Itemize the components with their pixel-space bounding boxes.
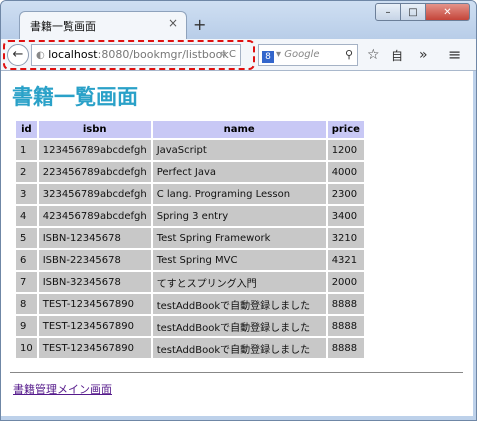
- cell-isbn: 123456789abcdefgh: [38, 140, 151, 160]
- cell-isbn: TEST-1234567890: [38, 316, 151, 336]
- cell-isbn: TEST-1234567890: [38, 294, 151, 314]
- table-row: 10 TEST-1234567890 testAddBookで自動登録しました 888…: [16, 338, 364, 358]
- search-engine-icon[interactable]: 8: [262, 51, 274, 63]
- page-title: 書籍一覧画面: [12, 85, 138, 109]
- close-button[interactable]: ✕: [426, 3, 470, 21]
- cell-price: 2300: [327, 184, 364, 204]
- column-header-id: id: [16, 121, 37, 138]
- cell-isbn: TEST-1234567890: [38, 338, 151, 358]
- table-row: 9 TEST-1234567890 testAddBookで自動登録しました 8888: [16, 316, 364, 336]
- tab-bar: 書籍一覧画面 × + – □ ✕: [1, 1, 476, 39]
- url-highlight-annotation: [3, 40, 255, 70]
- cell-isbn: ISBN-22345678: [38, 250, 151, 270]
- cell-id: 2: [16, 162, 37, 182]
- cell-name: Test Spring Framework: [152, 228, 326, 248]
- cell-name: testAddBookで自動登録しました: [152, 338, 326, 358]
- table-row: 4 423456789abcdefgh Spring 3 entry 3400: [16, 206, 364, 226]
- cell-price: 3210: [327, 228, 364, 248]
- table-row: 2 223456789abcdefgh Perfect Java 4000: [16, 162, 364, 182]
- cell-price: 2000: [327, 272, 364, 292]
- cell-id: 4: [16, 206, 37, 226]
- cell-isbn: 223456789abcdefgh: [38, 162, 151, 182]
- cell-price: 4321: [327, 250, 364, 270]
- cell-price: 4000: [327, 162, 364, 182]
- window-controls: – □ ✕: [375, 3, 470, 21]
- column-header-name: name: [152, 121, 326, 138]
- cell-id: 1: [16, 140, 37, 160]
- cell-id: 9: [16, 316, 37, 336]
- tab-close-icon[interactable]: ×: [168, 16, 178, 30]
- reading-list-icon[interactable]: 自: [391, 47, 403, 64]
- cell-id: 5: [16, 228, 37, 248]
- browser-window: 書籍一覧画面 × + – □ ✕ ← ◐ localhost:8080/book…: [0, 0, 477, 421]
- search-bar[interactable]: 8 ▾ Google ⚲: [258, 44, 358, 66]
- cell-name: testAddBookで自動登録しました: [152, 294, 326, 314]
- browser-tab[interactable]: 書籍一覧画面 ×: [19, 11, 187, 39]
- column-header-price: price: [327, 121, 364, 138]
- cell-isbn: ISBN-12345678: [38, 228, 151, 248]
- cell-id: 6: [16, 250, 37, 270]
- minimize-button[interactable]: –: [375, 3, 401, 21]
- cell-name: JavaScript: [152, 140, 326, 160]
- new-tab-button[interactable]: +: [193, 15, 206, 34]
- table-row: 7 ISBN-32345678 てすとスプリング入門 2000: [16, 272, 364, 292]
- search-icon[interactable]: ⚲: [345, 45, 353, 65]
- cell-price: 8888: [327, 338, 364, 358]
- cell-price: 8888: [327, 294, 364, 314]
- cell-id: 7: [16, 272, 37, 292]
- cell-name: Spring 3 entry: [152, 206, 326, 226]
- cell-id: 8: [16, 294, 37, 314]
- cell-price: 8888: [327, 316, 364, 336]
- maximize-button[interactable]: □: [401, 3, 426, 21]
- table-row: 8 TEST-1234567890 testAddBookで自動登録しました 8888: [16, 294, 364, 314]
- cell-price: 1200: [327, 140, 364, 160]
- divider: [10, 372, 463, 373]
- table-row: 6 ISBN-22345678 Test Spring MVC 4321: [16, 250, 364, 270]
- book-table: id isbn name price 1 123456789abcdefgh Jav…: [14, 119, 366, 360]
- menu-icon[interactable]: ≡: [448, 45, 461, 64]
- overflow-chevron-icon[interactable]: »: [419, 47, 428, 63]
- main-menu-link[interactable]: 書籍管理メイン画面: [13, 381, 112, 397]
- page-content: 書籍一覧画面 id isbn name price 1 123456789abcd…: [1, 71, 473, 416]
- cell-name: testAddBookで自動登録しました: [152, 316, 326, 336]
- cell-isbn: ISBN-32345678: [38, 272, 151, 292]
- cell-name: Test Spring MVC: [152, 250, 326, 270]
- table-row: 1 123456789abcdefgh JavaScript 1200: [16, 140, 364, 160]
- cell-isbn: 423456789abcdefgh: [38, 206, 151, 226]
- cell-isbn: 323456789abcdefgh: [38, 184, 151, 204]
- cell-id: 3: [16, 184, 37, 204]
- cell-price: 3400: [327, 206, 364, 226]
- bookmark-star-icon[interactable]: ☆: [367, 47, 380, 63]
- tab-title: 書籍一覧画面: [30, 20, 96, 33]
- cell-id: 10: [16, 338, 37, 358]
- table-header-row: id isbn name price: [16, 121, 364, 138]
- column-header-isbn: isbn: [38, 121, 151, 138]
- cell-name: C lang. Programing Lesson: [152, 184, 326, 204]
- table-row: 3 323456789abcdefgh C lang. Programing Les…: [16, 184, 364, 204]
- cell-name: てすとスプリング入門: [152, 272, 326, 292]
- table-row: 5 ISBN-12345678 Test Spring Framework 3210: [16, 228, 364, 248]
- search-placeholder: Google: [284, 49, 320, 60]
- cell-name: Perfect Java: [152, 162, 326, 182]
